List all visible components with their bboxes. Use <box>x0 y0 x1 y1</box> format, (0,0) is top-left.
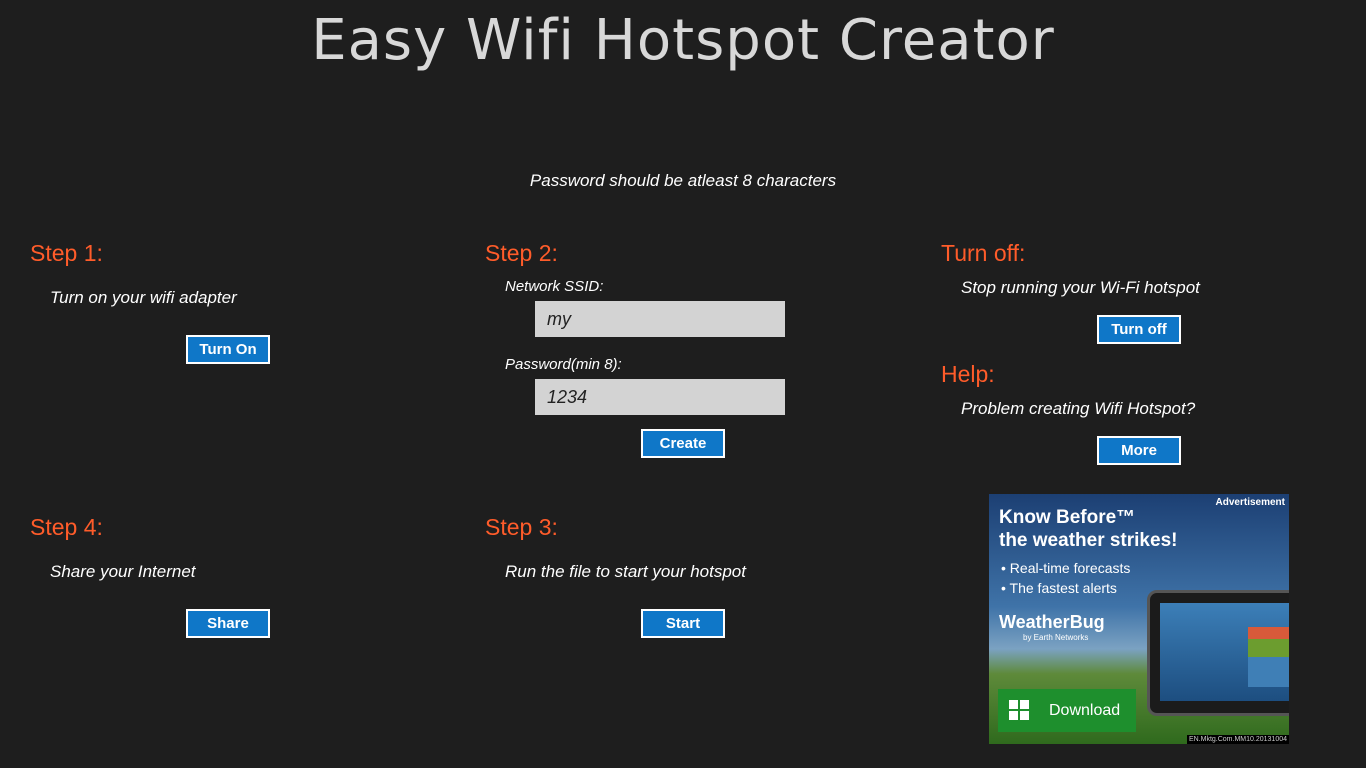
ad-code: EN.Mktg.Com.MM10.20131004 <box>1186 735 1289 744</box>
password-label: Password(min 8): <box>505 356 622 373</box>
ad-headline-line2: the weather strikes! <box>999 530 1178 551</box>
step3-heading: Step 3: <box>485 514 558 540</box>
more-button[interactable]: More <box>1097 436 1181 465</box>
advertisement-banner[interactable]: Advertisement Know Before™ the weather s… <box>989 494 1289 744</box>
turnoff-description: Stop running your Wi-Fi hotspot <box>961 278 1200 297</box>
step4-heading: Step 4: <box>30 514 103 540</box>
start-button[interactable]: Start <box>641 609 725 638</box>
password-input[interactable] <box>535 379 785 415</box>
ssid-input[interactable] <box>535 301 785 337</box>
step3-description: Run the file to start your hotspot <box>505 562 746 581</box>
ad-headline-line1: Know Before™ <box>999 507 1136 528</box>
create-button[interactable]: Create <box>641 429 725 458</box>
ad-headline: Know Before™ the weather strikes! <box>999 506 1177 552</box>
help-description: Problem creating Wifi Hotspot? <box>961 399 1196 418</box>
ad-bullet: • The fastest alerts <box>1001 580 1117 596</box>
turn-on-button[interactable]: Turn On <box>186 335 270 364</box>
ad-download-button[interactable]: Download <box>998 689 1136 732</box>
ad-brand: WeatherBug <box>999 612 1105 632</box>
ad-tag: Advertisement <box>1215 497 1285 508</box>
share-button[interactable]: Share <box>186 609 270 638</box>
weatherbug-logo: WeatherBug by Earth Networks <box>999 612 1105 642</box>
ad-bullets: • Real-time forecasts • The fastest aler… <box>1001 558 1130 598</box>
step2-heading: Step 2: <box>485 240 558 266</box>
help-heading: Help: <box>941 361 995 387</box>
weather-tiles <box>1248 627 1289 687</box>
ad-bullet: • Real-time forecasts <box>1001 560 1131 576</box>
tablet-image <box>1147 590 1289 716</box>
app-title: Easy Wifi Hotspot Creator <box>311 8 1055 73</box>
step1-description: Turn on your wifi adapter <box>50 288 237 307</box>
ssid-label: Network SSID: <box>505 278 604 295</box>
password-notice: Password should be atleast 8 characters <box>529 171 837 190</box>
step4-description: Share your Internet <box>50 562 196 581</box>
ad-brand-sub: by Earth Networks <box>1023 633 1089 642</box>
tablet-screen <box>1160 603 1289 701</box>
turn-off-button[interactable]: Turn off <box>1097 315 1181 344</box>
step1-heading: Step 1: <box>30 240 103 266</box>
windows-store-icon <box>1009 700 1029 720</box>
ad-download-label: Download <box>1049 702 1121 719</box>
turnoff-heading: Turn off: <box>941 240 1026 266</box>
